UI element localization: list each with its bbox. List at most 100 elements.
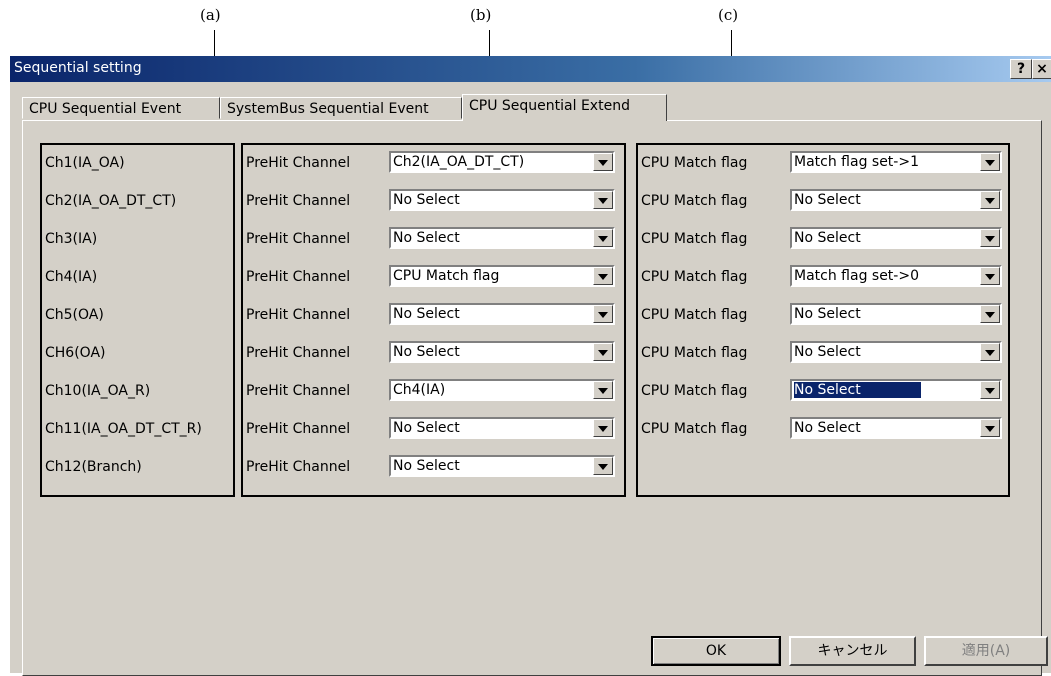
cpu-match-flag-select-value: No Select xyxy=(794,230,861,246)
close-button[interactable]: × xyxy=(1032,59,1051,79)
cpu-match-flag-select[interactable]: Match flag set->1 xyxy=(790,151,1002,173)
chevron-down-icon xyxy=(598,274,608,280)
cpu-match-flag-label: CPU Match flag xyxy=(641,269,748,285)
chevron-down-icon xyxy=(985,236,995,242)
tab-cpu-sequential-event[interactable]: CPU Sequential Event xyxy=(22,97,220,119)
prehit-channel-select[interactable]: Ch2(IA_OA_DT_CT) xyxy=(389,151,615,173)
chevron-down-icon xyxy=(598,426,608,432)
tab-cpu-sequential-extend[interactable]: CPU Sequential Extend xyxy=(462,94,667,121)
cpu-match-flag-select[interactable]: No Select xyxy=(790,189,1002,211)
channel-label: Ch11(IA_OA_DT_CT_R) xyxy=(45,421,202,437)
dropdown-arrow-icon[interactable] xyxy=(593,267,613,285)
dropdown-arrow-icon[interactable] xyxy=(980,267,1000,285)
dropdown-arrow-icon[interactable] xyxy=(593,229,613,247)
cpu-match-flag-select-value: No Select xyxy=(794,192,861,208)
chevron-down-icon xyxy=(985,274,995,280)
cpu-match-flag-select[interactable]: No Select xyxy=(790,227,1002,249)
dropdown-arrow-icon[interactable] xyxy=(980,153,1000,171)
apply-button[interactable]: 適用(A) xyxy=(924,636,1048,666)
cpu-match-flag-select[interactable]: No Select xyxy=(790,341,1002,363)
prehit-channel-select-value: No Select xyxy=(393,192,460,208)
ok-button[interactable]: OK xyxy=(651,636,781,666)
chevron-down-icon xyxy=(985,426,995,432)
dropdown-arrow-icon[interactable] xyxy=(980,305,1000,323)
cpu-match-flag-select[interactable]: No Select xyxy=(790,379,1002,401)
chevron-down-icon xyxy=(598,160,608,166)
tab-systembus-sequential-event[interactable]: SystemBus Sequential Event xyxy=(220,97,462,119)
cpu-match-flag-label: CPU Match flag xyxy=(641,383,748,399)
cpu-match-flag-select-value: No Select xyxy=(794,344,861,360)
chevron-down-icon xyxy=(598,198,608,204)
prehit-channel-select[interactable]: No Select xyxy=(389,227,615,249)
dropdown-arrow-icon[interactable] xyxy=(593,153,613,171)
channel-label: CH6(OA) xyxy=(45,345,106,361)
channel-group: Ch1(IA_OA) Ch2(IA_OA_DT_CT) Ch3(IA) Ch4(IA)… xyxy=(40,143,235,497)
cpu-match-flag-label: CPU Match flag xyxy=(641,307,748,323)
cancel-button[interactable]: キャンセル xyxy=(789,636,916,666)
cpu-match-flag-label: CPU Match flag xyxy=(641,421,748,437)
prehit-channel-label: PreHit Channel xyxy=(246,383,351,399)
prehit-channel-select[interactable]: Ch4(IA) xyxy=(389,379,615,401)
dropdown-arrow-icon[interactable] xyxy=(593,419,613,437)
dropdown-arrow-icon[interactable] xyxy=(593,381,613,399)
prehit-channel-select-value: No Select xyxy=(393,230,460,246)
dropdown-arrow-icon[interactable] xyxy=(980,343,1000,361)
chevron-down-icon xyxy=(598,388,608,394)
prehit-channel-label: PreHit Channel xyxy=(246,231,351,247)
chevron-down-icon xyxy=(598,312,608,318)
window-title: Sequential setting xyxy=(14,60,142,76)
match-flag-group: CPU Match flag Match flag set->1 CPU Match… xyxy=(636,143,1010,497)
prehit-channel-select[interactable]: No Select xyxy=(389,189,615,211)
prehit-channel-select-value: Ch2(IA_OA_DT_CT) xyxy=(393,154,525,170)
cpu-match-flag-label: CPU Match flag xyxy=(641,193,748,209)
prehit-channel-label: PreHit Channel xyxy=(246,155,351,171)
dropdown-arrow-icon[interactable] xyxy=(593,457,613,475)
prehit-channel-select[interactable]: No Select xyxy=(389,455,615,477)
callout-b: (b) xyxy=(470,6,492,24)
channel-label: Ch10(IA_OA_R) xyxy=(45,383,151,399)
dropdown-arrow-icon[interactable] xyxy=(593,191,613,209)
cpu-match-flag-select-value: No Select xyxy=(794,306,861,322)
help-button[interactable]: ? xyxy=(1010,59,1032,79)
chevron-down-icon xyxy=(985,198,995,204)
chevron-down-icon xyxy=(598,350,608,356)
cpu-match-flag-select-value: No Select xyxy=(794,420,861,436)
title-bar[interactable]: Sequential setting ? × xyxy=(10,56,1051,82)
cpu-match-flag-select[interactable]: Match flag set->0 xyxy=(790,265,1002,287)
prehit-group: PreHit Channel Ch2(IA_OA_DT_CT) PreHit Cha… xyxy=(241,143,626,497)
cpu-match-flag-select-value: No Select xyxy=(793,381,922,399)
callout-c: (c) xyxy=(718,6,739,24)
cpu-match-flag-select[interactable]: No Select xyxy=(790,417,1002,439)
prehit-channel-label: PreHit Channel xyxy=(246,345,351,361)
cpu-match-flag-label: CPU Match flag xyxy=(641,345,748,361)
prehit-channel-label: PreHit Channel xyxy=(246,307,351,323)
cpu-match-flag-label: CPU Match flag xyxy=(641,155,748,171)
channel-label: Ch5(OA) xyxy=(45,307,104,323)
prehit-channel-label: PreHit Channel xyxy=(246,193,351,209)
cpu-match-flag-select-value: Match flag set->0 xyxy=(794,268,919,284)
prehit-channel-select-value: Ch4(IA) xyxy=(393,382,446,398)
channel-label: Ch4(IA) xyxy=(45,269,98,285)
chevron-down-icon xyxy=(985,388,995,394)
channel-label: Ch2(IA_OA_DT_CT) xyxy=(45,193,177,209)
prehit-channel-select[interactable]: No Select xyxy=(389,341,615,363)
chevron-down-icon xyxy=(598,236,608,242)
prehit-channel-select[interactable]: No Select xyxy=(389,417,615,439)
prehit-channel-select[interactable]: CPU Match flag xyxy=(389,265,615,287)
dropdown-arrow-icon[interactable] xyxy=(980,381,1000,399)
prehit-channel-select-value: CPU Match flag xyxy=(393,268,500,284)
dropdown-arrow-icon[interactable] xyxy=(980,419,1000,437)
prehit-channel-select-value: No Select xyxy=(393,458,460,474)
prehit-channel-select[interactable]: No Select xyxy=(389,303,615,325)
chevron-down-icon xyxy=(985,350,995,356)
dropdown-arrow-icon[interactable] xyxy=(980,191,1000,209)
chevron-down-icon xyxy=(598,464,608,470)
cpu-match-flag-select[interactable]: No Select xyxy=(790,303,1002,325)
chevron-down-icon xyxy=(985,160,995,166)
dropdown-arrow-icon[interactable] xyxy=(593,343,613,361)
prehit-channel-label: PreHit Channel xyxy=(246,421,351,437)
dropdown-arrow-icon[interactable] xyxy=(593,305,613,323)
dropdown-arrow-icon[interactable] xyxy=(980,229,1000,247)
channel-label: Ch1(IA_OA) xyxy=(45,155,125,171)
chevron-down-icon xyxy=(985,312,995,318)
